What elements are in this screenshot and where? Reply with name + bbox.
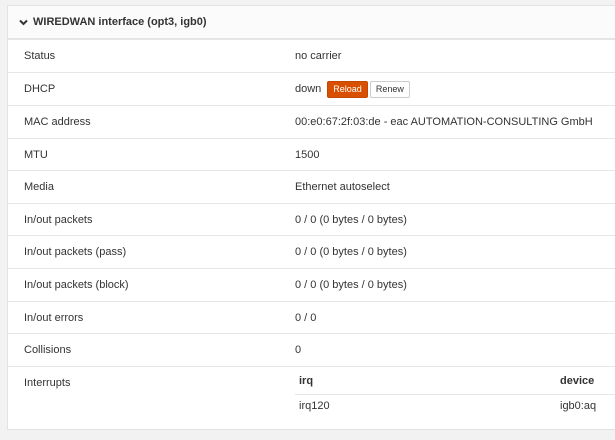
inout-block-label: In/out packets (block) [24, 279, 129, 291]
mac-value: 00:e0:67:2f:03:de - eac AUTOMATION-CONSU… [295, 116, 593, 128]
inout-packets-row: In/out packets 0 / 0 (0 bytes / 0 bytes) [8, 203, 615, 235]
collisions-label: Collisions [24, 344, 72, 356]
media-value: Ethernet autoselect [295, 181, 390, 193]
inout-errors-value: 0 / 0 [295, 311, 317, 324]
reload-button[interactable]: Reload [327, 80, 368, 98]
inout-block-value: 0 / 0 (0 bytes / 0 bytes) [295, 279, 407, 291]
panel-title: WIREDWAN interface (opt3, igb0) [33, 16, 207, 28]
irq-cell: irq120 [299, 400, 330, 412]
dhcp-row: DHCP down Reload Renew [8, 72, 615, 105]
dhcp-value-cell: down Reload Renew [295, 73, 410, 105]
status-value: no carrier [295, 50, 342, 62]
media-row: Media Ethernet autoselect [8, 170, 615, 203]
chevron-down-icon[interactable] [18, 17, 28, 27]
interrupts-row: Interrupts irq device irq120 igb0:aq [8, 366, 615, 429]
device-column-header: device [560, 374, 595, 387]
mtu-row: MTU 1500 [8, 138, 615, 170]
panel-header[interactable]: WIREDWAN interface (opt3, igb0) [8, 6, 615, 39]
dhcp-label: DHCP [24, 83, 56, 95]
table-row: irq120 igb0:aq [295, 395, 615, 417]
media-label: Media [24, 181, 54, 193]
interrupts-label: Interrupts [24, 377, 71, 389]
renew-button[interactable]: Renew [369, 80, 410, 98]
mtu-value: 1500 [295, 148, 320, 161]
interface-panel: WIREDWAN interface (opt3, igb0) Status n… [7, 5, 615, 430]
irq-column-header: irq [299, 374, 314, 387]
inout-packets-label: In/out packets [24, 213, 93, 226]
collisions-row: Collisions 0 [8, 333, 615, 366]
inout-packets-value: 0 / 0 (0 bytes / 0 bytes) [295, 213, 407, 226]
collisions-value: 0 [295, 344, 302, 356]
device-cell: igb0:aq [560, 400, 597, 412]
interrupts-table-header: irq device [295, 367, 615, 395]
dhcp-value: down [295, 83, 322, 95]
inout-block-row: In/out packets (block) 0 / 0 (0 bytes / … [8, 268, 615, 301]
inout-errors-label: In/out errors [24, 311, 84, 324]
inout-pass-row: In/out packets (pass) 0 / 0 (0 bytes / 0… [8, 235, 615, 268]
mac-label: MAC address [24, 116, 91, 128]
inout-pass-label: In/out packets (pass) [24, 246, 127, 258]
mac-row: MAC address 00:e0:67:2f:03:de - eac AUTO… [8, 105, 615, 138]
mtu-label: MTU [24, 148, 48, 161]
status-row: Status no carrier [8, 39, 615, 72]
inout-errors-row: In/out errors 0 / 0 [8, 301, 615, 333]
status-label: Status [24, 50, 56, 62]
inout-pass-value: 0 / 0 (0 bytes / 0 bytes) [295, 246, 407, 258]
